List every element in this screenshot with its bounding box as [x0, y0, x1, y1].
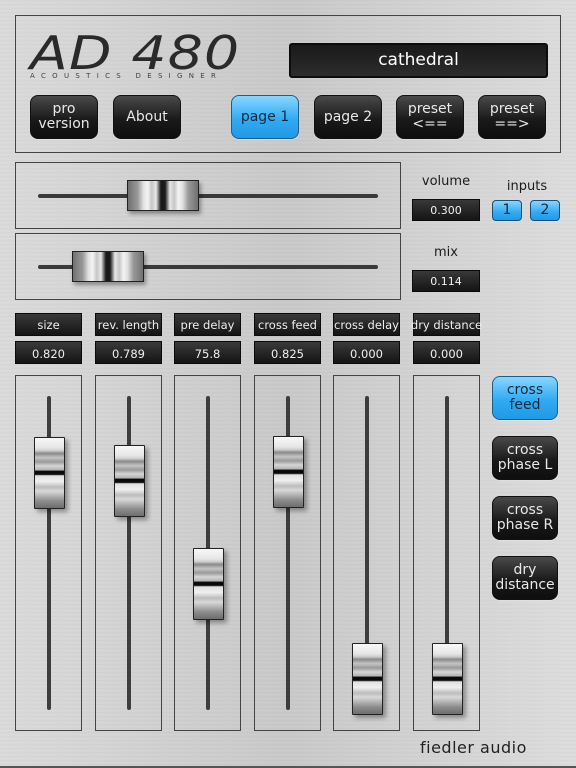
cross-delay-fader[interactable] [333, 375, 400, 731]
dry-distance-fader-thumb[interactable] [432, 643, 463, 715]
page-2-tab[interactable]: page 2 [314, 95, 382, 139]
volume-label: volume [421, 174, 471, 189]
volume-value: 0.300 [412, 199, 480, 221]
dry-distance-button[interactable]: dry distance [492, 556, 558, 600]
pro-version-button[interactable]: pro version [30, 95, 98, 139]
mix-slider-thumb[interactable] [71, 250, 144, 282]
pre-delay-fader[interactable] [174, 375, 241, 731]
cross-phase-r-button[interactable]: cross phase R [492, 496, 558, 540]
size-fader-thumb[interactable] [34, 437, 65, 510]
cross-feed-fader[interactable] [254, 375, 321, 731]
cross-phase-l-button[interactable]: cross phase L [492, 436, 558, 480]
cross-feed-fader-thumb[interactable] [273, 435, 304, 508]
inputs-label: inputs [506, 179, 548, 194]
app-logo: AD 480 [30, 26, 241, 80]
pre-delay-label: pre delay [174, 313, 241, 336]
mix-label: mix [434, 245, 458, 260]
rev-length-fader[interactable] [95, 375, 162, 731]
preset-next-button[interactable]: preset ==> [478, 95, 546, 139]
mix-value: 0.114 [412, 270, 480, 292]
dry-distance-fader[interactable] [413, 375, 480, 731]
input-2-toggle[interactable]: 2 [530, 200, 560, 221]
app-logo-subtitle: ACOUSTICS DESIGNER [30, 72, 223, 80]
volume-slider-track [38, 193, 378, 198]
preset-prev-button[interactable]: preset <== [396, 95, 464, 139]
about-button[interactable]: About [113, 95, 181, 139]
input-1-toggle[interactable]: 1 [492, 200, 522, 221]
rev-length-label: rev. length [95, 313, 162, 336]
cross-delay-label: cross delay [333, 313, 400, 336]
volume-slider[interactable] [15, 162, 401, 229]
dry-distance-value: 0.000 [413, 341, 480, 364]
size-value: 0.820 [15, 341, 82, 364]
cross-feed-label: cross feed [254, 313, 321, 336]
dry-distance-label: dry distance [411, 313, 482, 336]
rev-length-value: 0.789 [95, 341, 162, 364]
cross-feed-button[interactable]: cross feed [492, 376, 558, 420]
brand-logo: fiedler audio [420, 738, 527, 757]
size-label: size [15, 313, 82, 336]
page-1-tab[interactable]: page 1 [231, 95, 299, 139]
pre-delay-fader-thumb[interactable] [193, 548, 224, 621]
cross-delay-value: 0.000 [333, 341, 400, 364]
pre-delay-value: 75.8 [174, 341, 241, 364]
mix-slider[interactable] [15, 233, 401, 300]
size-fader[interactable] [15, 375, 82, 731]
cross-feed-value: 0.825 [254, 341, 321, 364]
cross-delay-fader-thumb[interactable] [352, 643, 383, 715]
rev-length-fader-track [127, 396, 131, 710]
volume-slider-thumb[interactable] [127, 179, 200, 211]
preset-name-display[interactable]: cathedral [289, 43, 548, 78]
rev-length-fader-thumb[interactable] [114, 444, 145, 517]
